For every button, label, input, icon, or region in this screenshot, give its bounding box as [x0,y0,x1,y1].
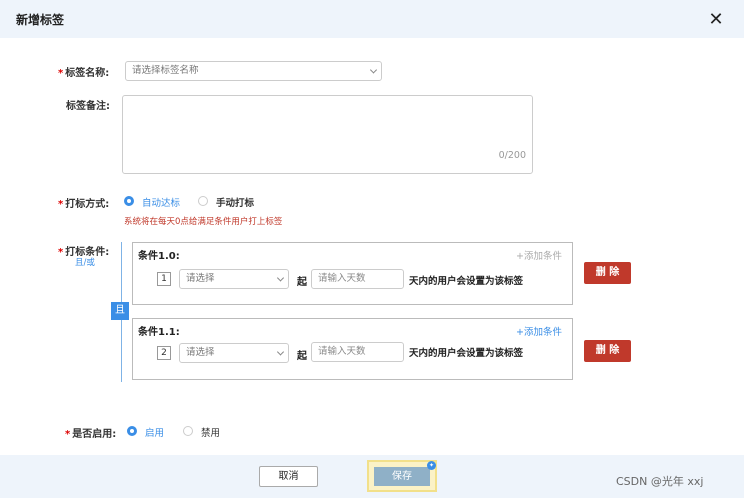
tag-name-label: * 标签名称: [58,68,110,79]
condition-suffix: 天内的用户会设置为该标签 [409,276,524,287]
close-icon[interactable]: ✕ [706,10,726,30]
tag-remark-label: 标签备注: [66,101,110,112]
days-input[interactable]: 请输入天数 [311,342,404,362]
radio-enable-label[interactable]: 启用 [145,425,164,439]
radio-disable-label[interactable]: 禁用 [201,425,220,439]
condition-index: 2 [157,346,171,360]
sparkle-icon: ✦ [427,461,436,470]
condition-card: 条件1.1: +添加条件 2 请选择 起 请输入天数 天内的用户会设置为该标签 [132,318,573,380]
add-condition-link[interactable]: +添加条件 [516,324,562,338]
method-hint: 系统将在每天0点给满足条件用户打上标签 [124,217,283,227]
add-condition-link: +添加条件 [516,251,562,262]
days-input[interactable]: 请输入天数 [311,269,404,289]
radio-enable[interactable] [127,426,137,436]
required-mark: * [58,68,64,79]
radio-manual[interactable] [198,196,208,206]
tag-name-select[interactable]: 请选择标签名称 [125,61,382,81]
radio-auto[interactable] [124,196,134,206]
dialog-header [0,0,744,38]
dialog-title: 新增标签 [16,13,65,27]
delete-condition-button[interactable]: 删 除 [584,262,631,284]
radio-auto-label[interactable]: 自动达标 [142,195,180,209]
condition-title: 条件1.0: [138,251,180,262]
condition-card: 条件1.0: +添加条件 1 请选择 起 请输入天数 天内的用户会设置为该标签 [132,242,573,305]
chevron-down-icon [369,66,378,74]
chevron-down-icon [276,348,285,356]
watermark: CSDN @光年 xxj [616,475,704,488]
delete-condition-button[interactable]: 删 除 [584,340,631,362]
radio-manual-label[interactable]: 手动打标 [216,195,254,209]
save-button[interactable]: 保存 [374,467,430,486]
condition-suffix: 天内的用户会设置为该标签 [409,348,524,359]
chevron-down-icon [276,274,285,282]
qi-text: 起 [297,277,307,288]
cancel-button[interactable]: 取消 [259,466,318,487]
enable-label: * 是否启用: [65,429,117,440]
tag-remark-textarea[interactable]: 0/200 [122,95,533,174]
condition-select[interactable]: 请选择 [179,269,289,289]
tag-name-placeholder: 请选择标签名称 [132,65,199,76]
condition-index: 1 [157,272,171,286]
condition-title: 条件1.1: [138,327,180,338]
radio-disable[interactable] [183,426,193,436]
condition-select[interactable]: 请选择 [179,343,289,363]
method-label: * 打标方式: [58,199,110,210]
char-counter: 0/200 [498,150,526,161]
and-badge[interactable]: 且 [111,302,129,320]
andor-toggle[interactable]: 且/或 [75,256,95,268]
qi-text: 起 [297,351,307,362]
